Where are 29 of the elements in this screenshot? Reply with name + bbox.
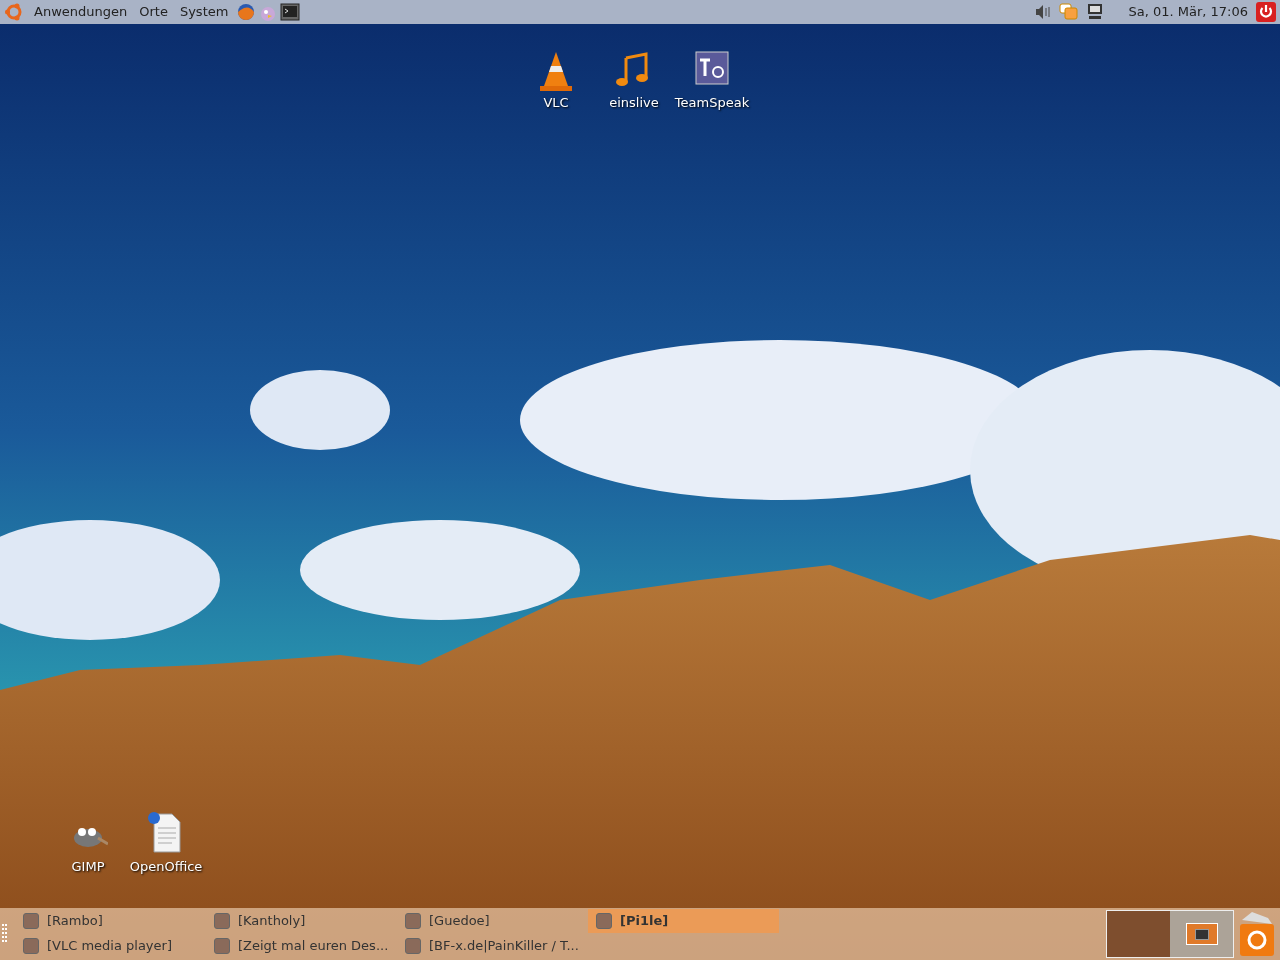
icon-label[interactable]: TeamSpeak [674, 93, 750, 113]
icon-label[interactable]: OpenOffice [129, 857, 203, 877]
taskbar-button[interactable]: [Zeigt mal euren Des... [206, 934, 397, 958]
terminal-icon[interactable] [280, 2, 301, 22]
window-icon [214, 913, 230, 929]
window-icon [405, 913, 421, 929]
menu-item[interactable]: Orte [133, 0, 174, 24]
browser-icon[interactable] [236, 2, 257, 22]
taskbar-button[interactable]: [Guedoe] [397, 909, 588, 933]
clock[interactable]: Sa, 01. Mär, 17:06 [1120, 2, 1256, 22]
window-thumbnail-icon [1185, 923, 1218, 945]
taskbar-button[interactable]: [Kantholy] [206, 909, 397, 933]
window-icon [405, 938, 421, 954]
menu-item[interactable]: System [173, 0, 235, 24]
window-icon [214, 938, 230, 954]
taskbar-button[interactable]: [BF-x.de|PainKiller / T... [397, 934, 588, 958]
icon-label[interactable]: VLC [543, 93, 569, 113]
menu-item[interactable]: Anwendungen [28, 0, 134, 24]
window-icon [23, 913, 39, 929]
taskbar-button[interactable]: [Pi1le] [588, 909, 779, 933]
icon-label[interactable]: GIMP [71, 857, 105, 877]
chat-bubbles-icon[interactable] [1059, 2, 1080, 22]
power-icon[interactable] [1256, 2, 1276, 22]
taskbar-button[interactable]: [VLC media player] [15, 934, 206, 958]
window-icon [23, 938, 39, 954]
workspace-button[interactable] [1170, 911, 1233, 957]
icon-label[interactable]: einslive [609, 93, 659, 113]
taskbar-button[interactable]: [Rambo] [15, 909, 206, 933]
window-icon [596, 913, 612, 929]
